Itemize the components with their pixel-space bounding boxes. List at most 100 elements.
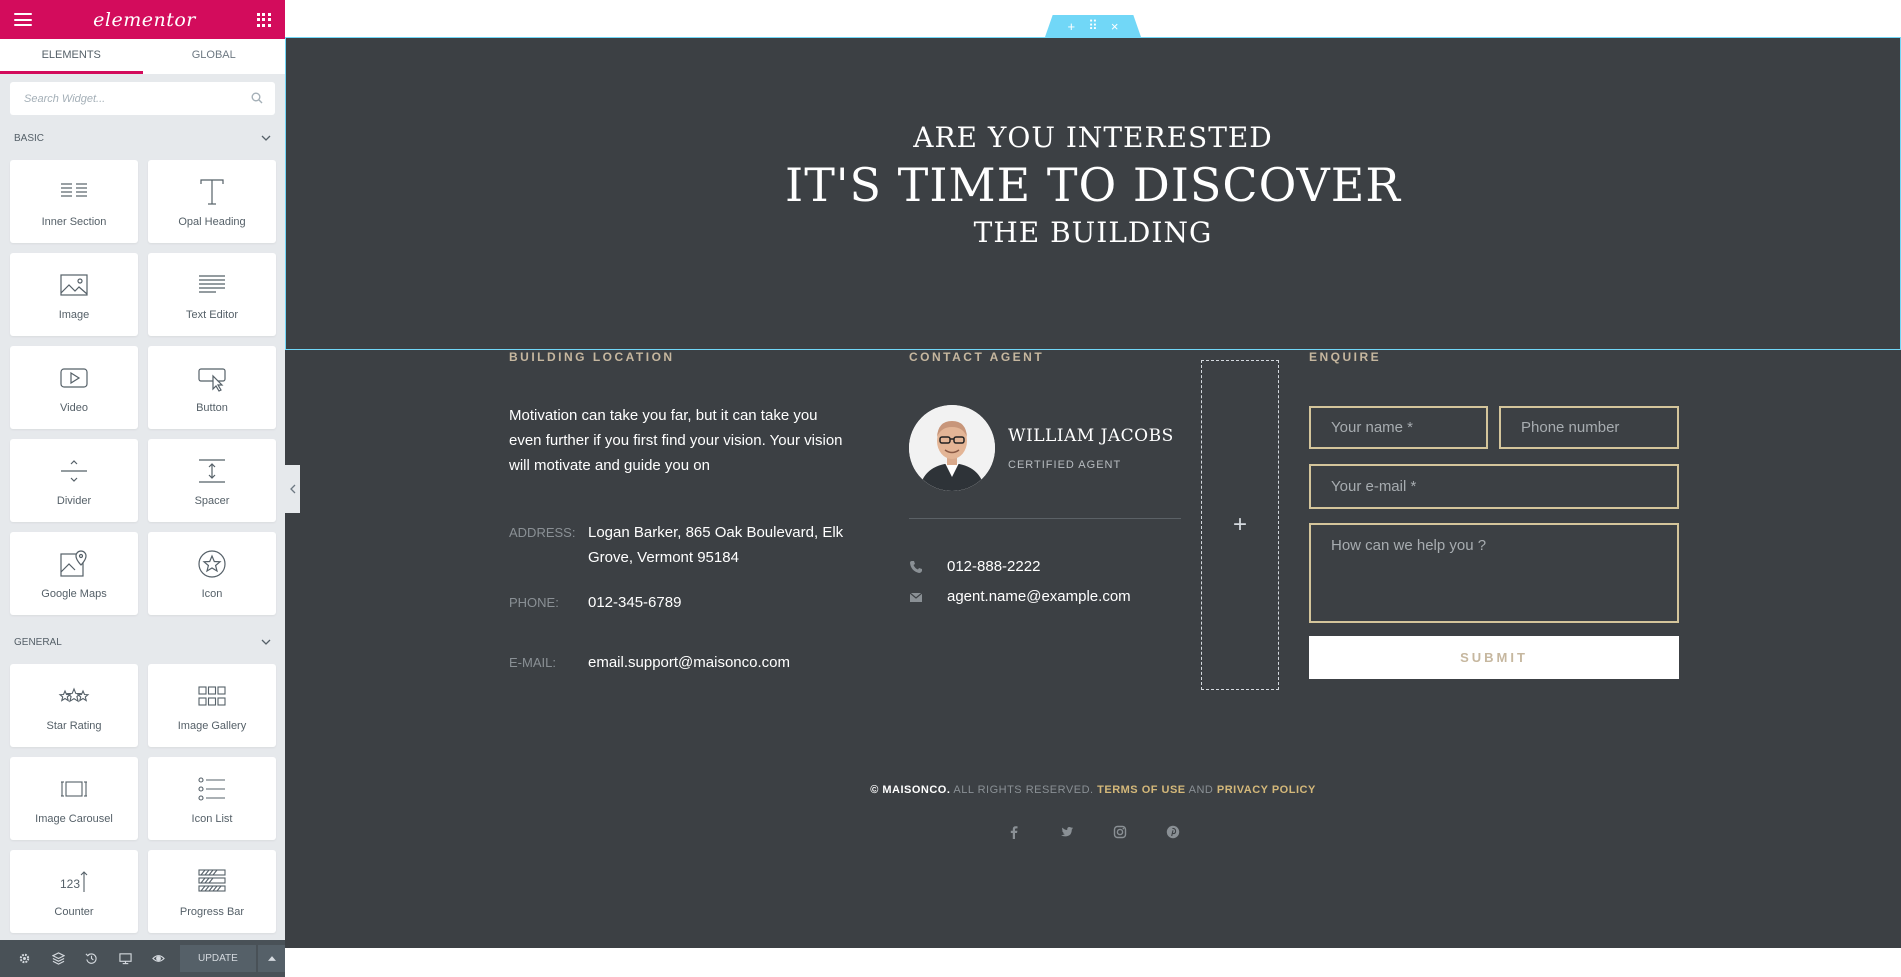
widget-divider[interactable]: Divider — [10, 439, 138, 522]
widget-button[interactable]: Button — [148, 346, 276, 429]
save-options-button[interactable] — [258, 945, 285, 972]
twitter-link[interactable] — [1059, 824, 1075, 840]
pinterest-link[interactable] — [1165, 824, 1181, 840]
widget-star-rating[interactable]: Star Rating — [10, 664, 138, 747]
menu-icon[interactable] — [14, 13, 32, 26]
widget-image-gallery[interactable]: Image Gallery — [148, 664, 276, 747]
widget-label: Opal Heading — [178, 215, 246, 228]
hero-line-2: IT'S TIME TO DISCOVER — [785, 157, 1401, 212]
image-carousel-icon — [61, 780, 87, 797]
widget-label: Icon List — [191, 812, 233, 825]
address-label: ADDRESS: — [509, 525, 576, 540]
drag-handle-icon[interactable]: ⠿ — [1088, 18, 1098, 34]
search-wrapper — [0, 74, 285, 123]
widget-counter[interactable]: 123 Counter — [10, 850, 138, 933]
phone-value: 012-345-6789 — [588, 594, 682, 611]
widget-label: Divider — [56, 494, 92, 507]
widget-label: Image Gallery — [177, 719, 247, 732]
star-rating-icon — [58, 687, 90, 702]
widget-google-maps[interactable]: Google Maps — [10, 532, 138, 615]
responsive-button[interactable] — [109, 940, 143, 977]
widget-label: Icon — [201, 587, 223, 600]
agent-photo-icon — [909, 405, 995, 491]
editor-panel: elementor ELEMENTS GLOBAL BASIC Inner Se… — [0, 0, 285, 977]
location-heading: BUILDING LOCATION — [509, 350, 675, 364]
instagram-link[interactable] — [1112, 824, 1128, 840]
widget-icon-list[interactable]: Icon List — [148, 757, 276, 840]
widget-opal-heading[interactable]: Opal Heading — [148, 160, 276, 243]
chevron-left-icon — [289, 484, 295, 494]
widget-label: Progress Bar — [179, 905, 245, 918]
twitter-icon — [1060, 827, 1073, 837]
general-widgets-grid: Star Rating Image Gallery Image Carousel… — [0, 658, 285, 945]
agent-role: CERTIFIED AGENT — [1008, 459, 1122, 471]
widget-image[interactable]: Image — [10, 253, 138, 336]
copyright-line: © MAISONCO. ALL RIGHTS RESERVED. TERMS O… — [285, 784, 1901, 796]
category-basic-label: BASIC — [14, 133, 45, 144]
widget-label: Star Rating — [46, 719, 102, 732]
location-description: Motivation can take you far, but it can … — [509, 407, 843, 474]
widget-label: Image Carousel — [35, 812, 113, 825]
gear-icon — [20, 953, 30, 964]
agent-name: WILLIAM JACOBS — [1008, 426, 1174, 446]
widget-inner-section[interactable]: Inner Section — [10, 160, 138, 243]
category-general-header[interactable]: GENERAL — [0, 627, 285, 658]
agent-avatar — [909, 405, 995, 491]
hero-section[interactable]: ARE YOU INTERESTED IT'S TIME TO DISCOVER… — [285, 37, 1901, 350]
email-value: email.support@maisonco.com — [588, 654, 790, 671]
divider-icon — [61, 459, 87, 482]
category-basic-header[interactable]: BASIC — [0, 123, 285, 154]
facebook-link[interactable] — [1006, 824, 1022, 840]
settings-button[interactable] — [8, 940, 42, 977]
heading-icon — [200, 178, 224, 205]
email-field[interactable] — [1309, 464, 1679, 509]
chevron-down-icon — [261, 639, 271, 645]
address-value: Logan Barker, 865 Oak Boulevard, Elk Gro… — [588, 524, 844, 566]
add-section-icon[interactable]: + — [1068, 19, 1076, 34]
layers-icon — [51, 952, 65, 965]
tab-elements[interactable]: ELEMENTS — [0, 39, 143, 74]
widget-icon[interactable]: Icon — [148, 532, 276, 615]
copyright-and: AND — [1188, 784, 1214, 796]
email-row: E-MAIL: email.support@maisonco.com — [509, 650, 868, 675]
widget-text-editor[interactable]: Text Editor — [148, 253, 276, 336]
navigator-button[interactable] — [42, 940, 76, 977]
enquire-heading: ENQUIRE — [1309, 350, 1382, 364]
preview-button[interactable] — [142, 940, 176, 977]
empty-column-dropzone[interactable]: + — [1201, 360, 1279, 690]
widgets-grid-icon[interactable] — [256, 12, 271, 27]
widget-spacer[interactable]: Spacer — [148, 439, 276, 522]
name-field[interactable] — [1309, 406, 1488, 449]
section-handle: + ⠿ × — [1045, 15, 1141, 37]
tab-global[interactable]: GLOBAL — [143, 39, 286, 74]
button-icon — [198, 367, 226, 392]
social-icons — [285, 824, 1901, 840]
collapse-panel-button[interactable] — [285, 465, 300, 513]
address-row: ADDRESS: Logan Barker, 865 Oak Boulevard… — [509, 520, 868, 570]
widget-progress-bar[interactable]: Progress Bar — [148, 850, 276, 933]
history-button[interactable] — [75, 940, 109, 977]
widget-video[interactable]: Video — [10, 346, 138, 429]
email-label: E-MAIL: — [509, 655, 556, 670]
phone-field[interactable] — [1499, 406, 1679, 449]
close-icon[interactable]: × — [1111, 19, 1119, 34]
phone-row: PHONE: 012-345-6789 — [509, 590, 868, 615]
terms-link[interactable]: TERMS OF USE — [1097, 784, 1186, 796]
search-icon — [251, 92, 263, 104]
submit-button[interactable]: SUBMIT — [1309, 636, 1679, 679]
inner-section-icon — [61, 182, 87, 197]
agent-email-row: agent.name@example.com — [909, 588, 1131, 605]
update-button[interactable]: UPDATE — [179, 945, 257, 972]
widget-label: Button — [196, 401, 228, 414]
message-field[interactable] — [1309, 523, 1679, 623]
editor-canvas: + ⠿ × ARE YOU INTERESTED IT'S TIME TO DI… — [285, 0, 1901, 977]
google-maps-icon — [60, 549, 87, 577]
privacy-link[interactable]: PRIVACY POLICY — [1217, 784, 1316, 796]
phone-icon — [910, 560, 922, 573]
contact-section: BUILDING LOCATION Motivation can take yo… — [285, 350, 1901, 948]
widget-label: Video — [60, 401, 88, 414]
search-input[interactable] — [10, 82, 275, 115]
add-element-icon: + — [1232, 511, 1247, 538]
copyright-brand: © MAISONCO. — [870, 784, 951, 796]
widget-image-carousel[interactable]: Image Carousel — [10, 757, 138, 840]
